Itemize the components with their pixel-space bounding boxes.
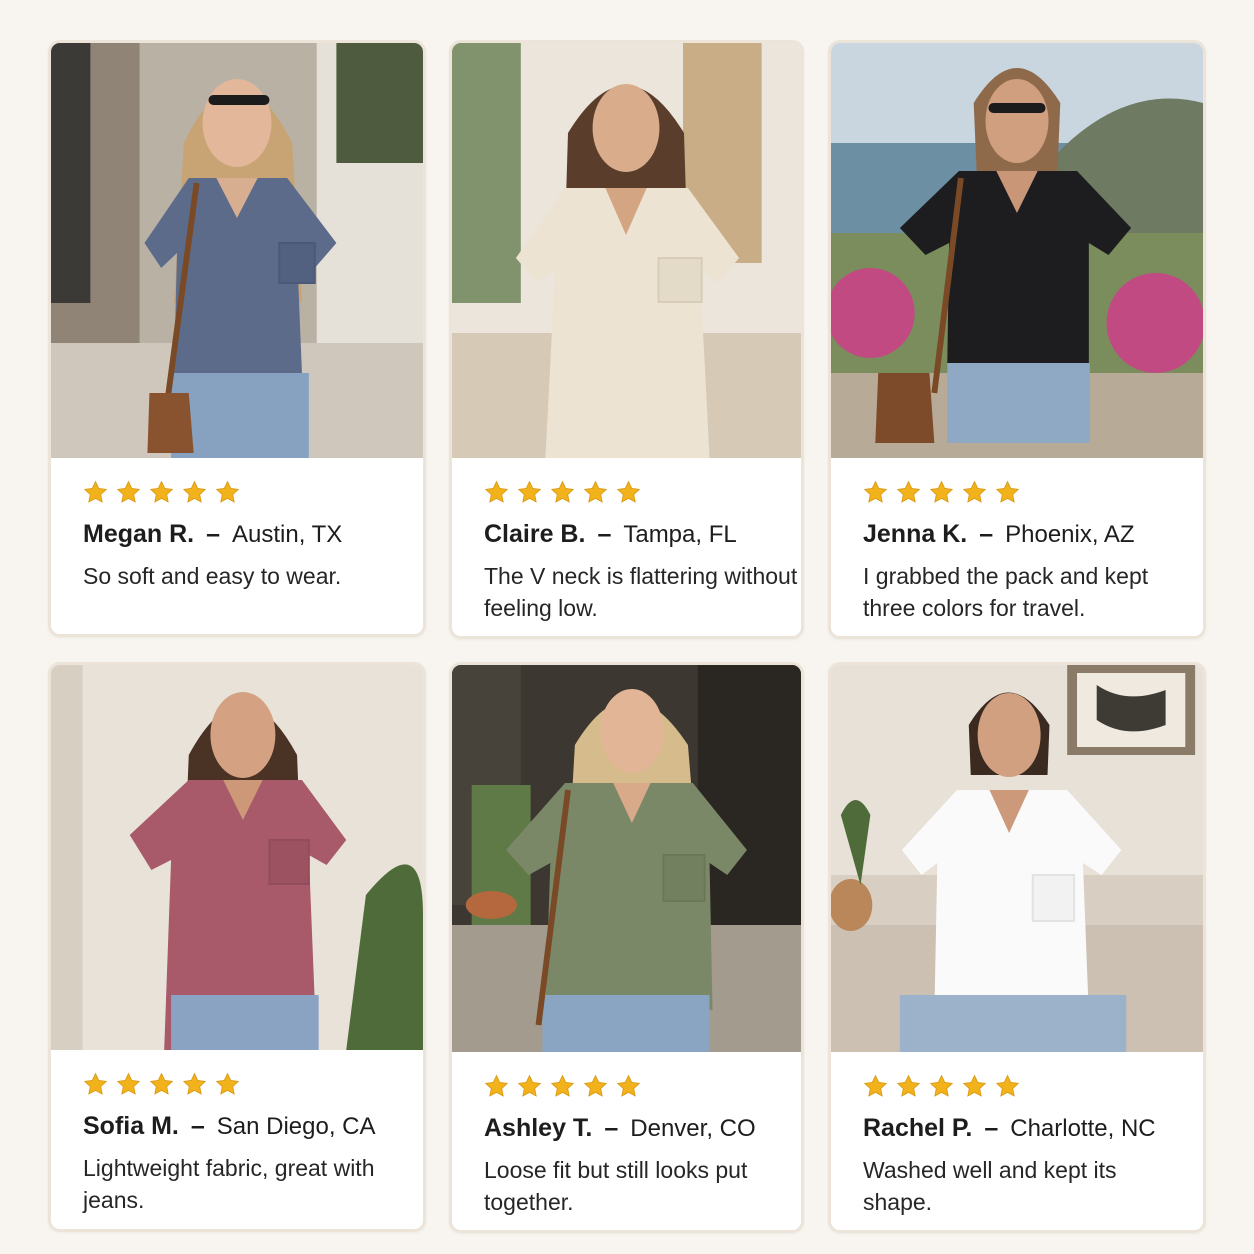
- reviewer-location: San Diego, CA: [216, 1113, 376, 1140]
- star-icon: [83, 1072, 108, 1095]
- review-info: Claire B. – Tampa, FL The V neck is flatte…: [452, 458, 801, 636]
- star-icon: [517, 480, 542, 503]
- reviewer-name: Megan R.: [83, 520, 195, 548]
- reviewer-location: Charlotte, NC: [1010, 1115, 1156, 1142]
- review-info: Megan R. – Austin, TX So soft and easy to …: [51, 458, 423, 634]
- star-icon: [962, 480, 987, 503]
- star-icon: [116, 480, 141, 503]
- review-info: Ashley T. – Denver, CO Loose fit but still…: [452, 1052, 801, 1230]
- rating-stars: [484, 1074, 641, 1099]
- review-card: Rachel P. – Charlotte, NC Washed well and …: [828, 662, 1206, 1233]
- star-icon: [616, 480, 641, 503]
- star-icon: [116, 1072, 141, 1095]
- star-icon: [484, 1074, 509, 1097]
- reviewer-location: Austin, TX: [232, 521, 343, 548]
- review-card: Megan R. – Austin, TX So soft and easy to …: [48, 40, 426, 637]
- star-icon: [863, 1074, 888, 1097]
- star-icon: [215, 1072, 240, 1095]
- star-icon: [182, 480, 207, 503]
- name-separator: –: [597, 520, 612, 548]
- name-separator: –: [206, 520, 221, 548]
- reviewer-name: Sofia M.: [83, 1112, 179, 1140]
- review-info: Sofia M. – San Diego, CA Lightweight fabri…: [51, 1050, 423, 1229]
- star-icon: [550, 1074, 575, 1097]
- reviewer-line: Ashley T. – Denver, CO: [484, 1114, 756, 1143]
- star-icon: [83, 480, 108, 503]
- rating-stars: [83, 1072, 240, 1097]
- review-photo: [51, 665, 423, 1050]
- reviewer-name: Ashley T.: [484, 1114, 593, 1142]
- star-icon: [863, 480, 888, 503]
- review-photo: [452, 665, 801, 1052]
- reviewer-name: Claire B.: [484, 520, 586, 548]
- review-card: Sofia M. – San Diego, CA Lightweight fabri…: [48, 662, 426, 1232]
- reviewer-location: Tampa, FL: [623, 521, 737, 548]
- review-text: I grabbed the pack and kept three colors…: [863, 563, 1149, 621]
- review-text: So soft and easy to wear.: [83, 563, 342, 589]
- star-icon: [484, 480, 509, 503]
- review-text: The V neck is flattering without feeling…: [484, 563, 798, 621]
- review-text: Loose fit but still looks put together.: [484, 1157, 748, 1215]
- reviewer-line: Claire B. – Tampa, FL: [484, 520, 737, 549]
- star-icon: [929, 1074, 954, 1097]
- reviewer-name: Rachel P.: [863, 1114, 973, 1142]
- name-separator: –: [984, 1114, 999, 1142]
- reviewer-name: Jenna K.: [863, 520, 968, 548]
- review-photo: [831, 43, 1203, 458]
- star-icon: [962, 1074, 987, 1097]
- rating-stars: [83, 480, 240, 505]
- star-icon: [517, 1074, 542, 1097]
- name-separator: –: [190, 1112, 205, 1140]
- rating-stars: [863, 480, 1020, 505]
- reviewer-location: Denver, CO: [630, 1115, 756, 1142]
- reviewer-line: Rachel P. – Charlotte, NC: [863, 1114, 1156, 1143]
- review-photo: [51, 43, 423, 458]
- review-card: Jenna K. – Phoenix, AZ I grabbed the pack …: [828, 40, 1206, 639]
- review-photo: [831, 665, 1203, 1052]
- star-icon: [896, 480, 921, 503]
- name-separator: –: [604, 1114, 619, 1142]
- review-text: Washed well and kept its shape.: [863, 1157, 1117, 1215]
- star-icon: [149, 1072, 174, 1095]
- star-icon: [929, 480, 954, 503]
- star-icon: [583, 480, 608, 503]
- reviewer-line: Sofia M. – San Diego, CA: [83, 1112, 376, 1141]
- review-card: Claire B. – Tampa, FL The V neck is flatte…: [449, 40, 804, 639]
- review-info: Rachel P. – Charlotte, NC Washed well and …: [831, 1052, 1203, 1230]
- reviewer-line: Jenna K. – Phoenix, AZ: [863, 520, 1135, 549]
- star-icon: [995, 1074, 1020, 1097]
- star-icon: [182, 1072, 207, 1095]
- review-photo: [452, 43, 801, 458]
- star-icon: [149, 480, 174, 503]
- star-icon: [550, 480, 575, 503]
- review-card: Ashley T. – Denver, CO Loose fit but still…: [449, 662, 804, 1233]
- star-icon: [995, 480, 1020, 503]
- name-separator: –: [979, 520, 994, 548]
- rating-stars: [863, 1074, 1020, 1099]
- review-text: Lightweight fabric, great with jeans.: [83, 1155, 375, 1213]
- star-icon: [215, 480, 240, 503]
- reviewer-location: Phoenix, AZ: [1005, 521, 1135, 548]
- reviewer-line: Megan R. – Austin, TX: [83, 520, 342, 549]
- star-icon: [583, 1074, 608, 1097]
- star-icon: [896, 1074, 921, 1097]
- star-icon: [616, 1074, 641, 1097]
- review-info: Jenna K. – Phoenix, AZ I grabbed the pack …: [831, 458, 1203, 636]
- rating-stars: [484, 480, 641, 505]
